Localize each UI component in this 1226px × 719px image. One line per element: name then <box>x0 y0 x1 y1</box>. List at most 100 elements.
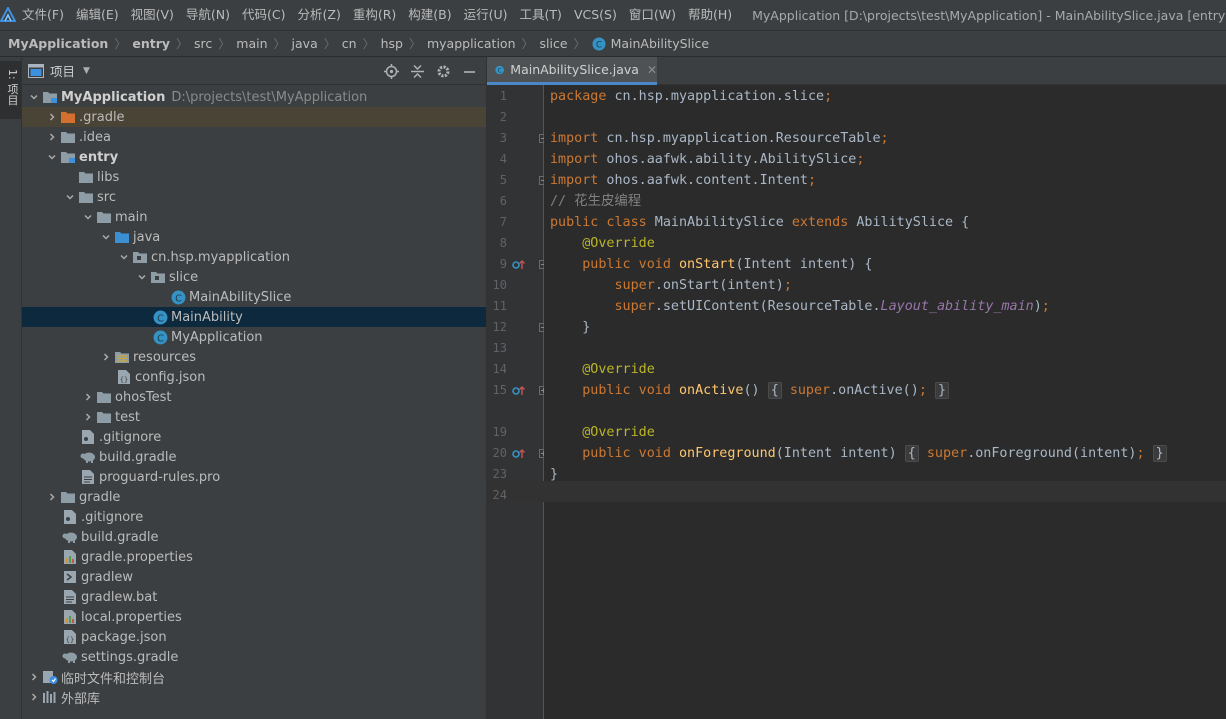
collapse-all-icon[interactable] <box>406 60 428 82</box>
tree-node-config-json[interactable]: {} config.json <box>22 367 486 387</box>
override-marker-icon[interactable] <box>512 380 526 401</box>
tree-node-root-build-gradle[interactable]: build.gradle <box>22 527 486 547</box>
package-icon <box>132 249 148 265</box>
chevron-down-icon[interactable] <box>98 227 114 247</box>
menu-analyze[interactable]: 分析(Z) <box>292 0 347 30</box>
tree-node-local-properties[interactable]: local.properties <box>22 607 486 627</box>
override-marker-icon[interactable] <box>512 443 526 464</box>
menu-file[interactable]: 文件(F) <box>16 0 70 30</box>
tree-node-slice[interactable]: slice <box>22 267 486 287</box>
tree-node-external-libraries[interactable]: 外部库 <box>22 687 486 707</box>
close-icon[interactable]: ✕ <box>647 63 657 77</box>
tree-label: .idea <box>79 129 111 145</box>
tree-node-gradlew[interactable]: gradlew <box>22 567 486 587</box>
tree-node-root-gitignore[interactable]: .gitignore <box>22 507 486 527</box>
line-number: 8 <box>499 236 507 250</box>
tree-node-ohostest[interactable]: ohosTest <box>22 387 486 407</box>
line-number: 10 <box>492 278 507 292</box>
menu-vcs[interactable]: VCS(S) <box>568 0 623 30</box>
chevron-right-icon[interactable] <box>26 687 42 707</box>
code-area[interactable]: package cn.hsp.myapplication.slice; impo… <box>544 85 1226 719</box>
tree-node-entry-build-gradle[interactable]: build.gradle <box>22 447 486 467</box>
tree-node-java[interactable]: java <box>22 227 486 247</box>
gradle-elephant-icon <box>62 649 78 665</box>
chevron-down-icon[interactable] <box>62 187 78 207</box>
menu-edit[interactable]: 编辑(E) <box>70 0 125 30</box>
chevron-down-icon[interactable] <box>44 147 60 167</box>
tree-node-scratches[interactable]: 临时文件和控制台 <box>22 667 486 687</box>
breadcrumb-item[interactable]: MyApplication <box>8 36 108 51</box>
line-number: 9 <box>499 257 507 271</box>
chevron-right-icon[interactable] <box>98 347 114 367</box>
editor-tab-mainabilityslice[interactable]: C MainAbilitySlice.java ✕ <box>487 57 657 85</box>
gear-icon[interactable] <box>432 60 454 82</box>
json-file-icon: {} <box>62 629 78 645</box>
breadcrumb-item[interactable]: cn <box>342 36 357 51</box>
tree-node-test[interactable]: test <box>22 407 486 427</box>
breadcrumb-item[interactable]: hsp <box>381 36 403 51</box>
breadcrumb-item[interactable]: java <box>292 36 318 51</box>
breadcrumb-item[interactable]: src <box>194 36 212 51</box>
menu-code[interactable]: 代码(C) <box>236 0 291 30</box>
tree-node-package-root[interactable]: cn.hsp.myapplication <box>22 247 486 267</box>
tree-node-root[interactable]: MyApplication D:\projects\test\MyApplica… <box>22 87 486 107</box>
tree-node-libs[interactable]: libs <box>22 167 486 187</box>
tree-node-idea[interactable]: .idea <box>22 127 486 147</box>
menu-navigate[interactable]: 导航(N) <box>180 0 236 30</box>
tree-node-entry-gitignore[interactable]: .gitignore <box>22 427 486 447</box>
project-tool-button[interactable]: 1: 项目 <box>0 61 21 119</box>
minimize-icon[interactable] <box>458 60 480 82</box>
chevron-right-icon[interactable] <box>80 387 96 407</box>
chevron-right-icon[interactable] <box>80 407 96 427</box>
chevron-right-icon[interactable] <box>44 127 60 147</box>
tree-label: MainAbility <box>171 309 243 325</box>
chevron-right-icon[interactable] <box>44 107 60 127</box>
tree-label: MainAbilitySlice <box>189 289 292 305</box>
breadcrumb-item[interactable]: slice <box>540 36 568 51</box>
tree-node-gradlew-bat[interactable]: gradlew.bat <box>22 587 486 607</box>
package-icon <box>150 269 166 285</box>
menu-view[interactable]: 视图(V) <box>125 0 180 30</box>
menu-run[interactable]: 运行(U) <box>458 0 514 30</box>
project-panel-title[interactable]: 项目 <box>50 61 75 80</box>
scratches-icon <box>42 669 58 685</box>
tree-node-mainabilityslice[interactable]: C MainAbilitySlice <box>22 287 486 307</box>
tree-node-gradle[interactable]: gradle <box>22 487 486 507</box>
tree-node-main[interactable]: main <box>22 207 486 227</box>
chevron-down-icon[interactable] <box>26 87 42 107</box>
tree-node-mainability[interactable]: C MainAbility <box>22 307 486 327</box>
locate-icon[interactable] <box>380 60 402 82</box>
tree-node-settings-gradle[interactable]: settings.gradle <box>22 647 486 667</box>
menu-build[interactable]: 构建(B) <box>402 0 457 30</box>
tree-node-resources[interactable]: resources <box>22 347 486 367</box>
override-marker-icon[interactable] <box>512 254 526 275</box>
breadcrumb-item[interactable]: entry <box>132 36 170 51</box>
tree-node-gradle-properties[interactable]: gradle.properties <box>22 547 486 567</box>
chevron-down-icon[interactable] <box>80 207 96 227</box>
menu-window[interactable]: 窗口(W) <box>623 0 682 30</box>
tree-node-myapplication-class[interactable]: C MyApplication <box>22 327 486 347</box>
java-class-icon: C <box>592 37 606 50</box>
tree-node-gradle-dir[interactable]: .gradle <box>22 107 486 127</box>
menu-tools[interactable]: 工具(T) <box>514 0 568 30</box>
tree-node-proguard[interactable]: proguard-rules.pro <box>22 467 486 487</box>
tree-label: resources <box>133 349 197 365</box>
app-logo-icon[interactable] <box>0 0 16 30</box>
tree-node-entry[interactable]: entry <box>22 147 486 167</box>
dropdown-arrow-icon[interactable]: ▼ <box>83 66 90 76</box>
line-number: 4 <box>499 152 507 166</box>
tree-node-package-json[interactable]: {} package.json <box>22 627 486 647</box>
menu-help[interactable]: 帮助(H) <box>682 0 738 30</box>
breadcrumb-item[interactable]: main <box>236 36 267 51</box>
menu-refactor[interactable]: 重构(R) <box>347 0 402 30</box>
chevron-right-icon[interactable] <box>44 487 60 507</box>
chevron-down-icon[interactable] <box>134 267 150 287</box>
java-class-icon: C <box>170 289 186 305</box>
tree-label: entry <box>79 149 119 165</box>
breadcrumb-item[interactable]: myapplication <box>427 36 516 51</box>
breadcrumb-class-item[interactable]: C MainAbilitySlice <box>592 36 709 51</box>
chevron-down-icon[interactable] <box>116 247 132 267</box>
chevron-right-icon[interactable] <box>26 667 42 687</box>
resources-folder-icon <box>114 349 130 365</box>
tree-node-src[interactable]: src <box>22 187 486 207</box>
